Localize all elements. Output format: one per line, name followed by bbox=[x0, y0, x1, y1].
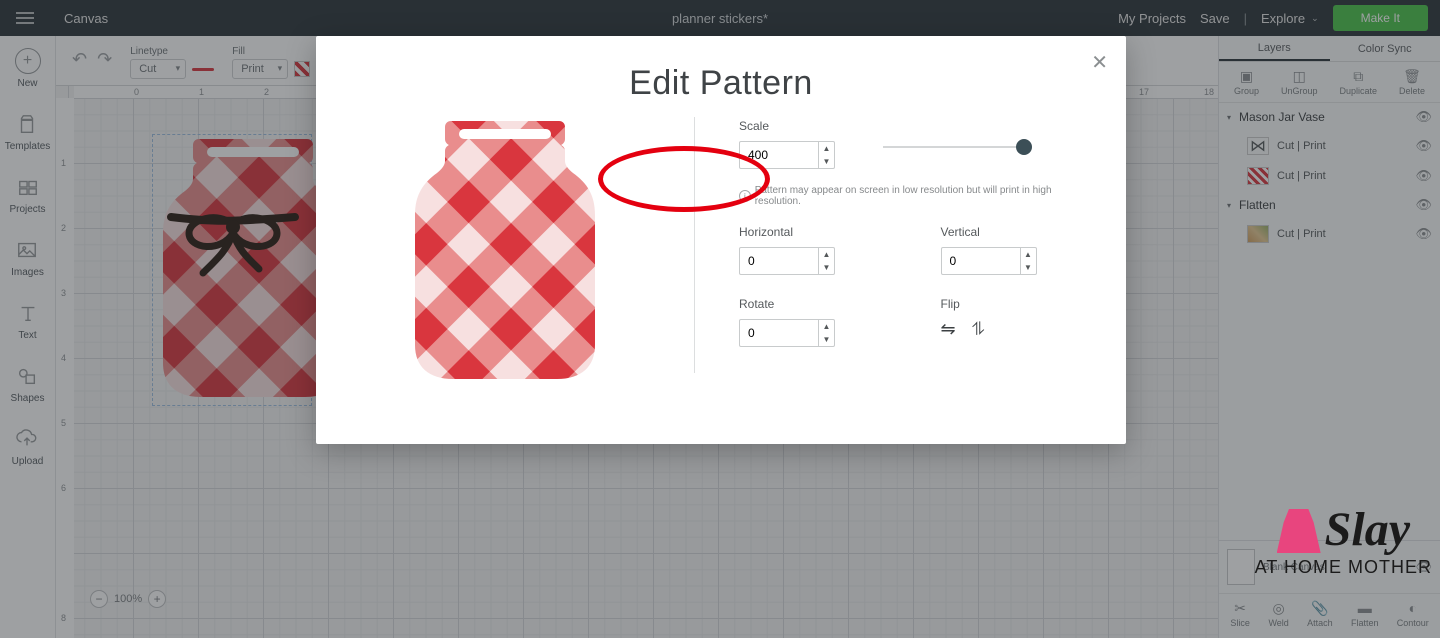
scale-label: Scale bbox=[739, 119, 1090, 133]
scale-field[interactable] bbox=[739, 141, 819, 169]
rotate-field[interactable] bbox=[739, 319, 819, 347]
vertical-label: Vertical bbox=[941, 225, 1091, 239]
horizontal-label: Horizontal bbox=[739, 225, 889, 239]
stepper-down-icon[interactable]: ▼ bbox=[819, 333, 834, 346]
info-icon: i bbox=[739, 190, 751, 202]
stepper-up-icon[interactable]: ▲ bbox=[819, 320, 834, 333]
horizontal-field[interactable] bbox=[739, 247, 819, 275]
pattern-preview bbox=[316, 113, 694, 413]
horizontal-input[interactable]: ▲▼ bbox=[739, 247, 889, 275]
flip-horizontal-icon[interactable]: ⇋ bbox=[941, 319, 956, 340]
stepper-up-icon[interactable]: ▲ bbox=[819, 248, 834, 261]
edit-pattern-modal: ✕ Edit Pattern Scale ▲▼ iPattern may app… bbox=[316, 36, 1126, 444]
scale-slider[interactable] bbox=[883, 137, 1029, 157]
flip-vertical-icon[interactable]: ⥮ bbox=[972, 319, 985, 340]
vertical-field[interactable] bbox=[941, 247, 1021, 275]
close-icon[interactable]: ✕ bbox=[1091, 50, 1108, 75]
rotate-input[interactable]: ▲▼ bbox=[739, 319, 889, 347]
rotate-label: Rotate bbox=[739, 297, 889, 311]
flip-label: Flip bbox=[941, 297, 1091, 311]
stepper-up-icon[interactable]: ▲ bbox=[1021, 248, 1036, 261]
slider-thumb[interactable] bbox=[1016, 139, 1032, 155]
resolution-hint: iPattern may appear on screen in low res… bbox=[739, 185, 1090, 207]
stepper-down-icon[interactable]: ▼ bbox=[819, 261, 834, 274]
vertical-input[interactable]: ▲▼ bbox=[941, 247, 1091, 275]
stepper-up-icon[interactable]: ▲ bbox=[819, 142, 834, 155]
stepper-down-icon[interactable]: ▼ bbox=[1021, 261, 1036, 274]
modal-title: Edit Pattern bbox=[316, 64, 1126, 103]
stepper-down-icon[interactable]: ▼ bbox=[819, 155, 834, 168]
